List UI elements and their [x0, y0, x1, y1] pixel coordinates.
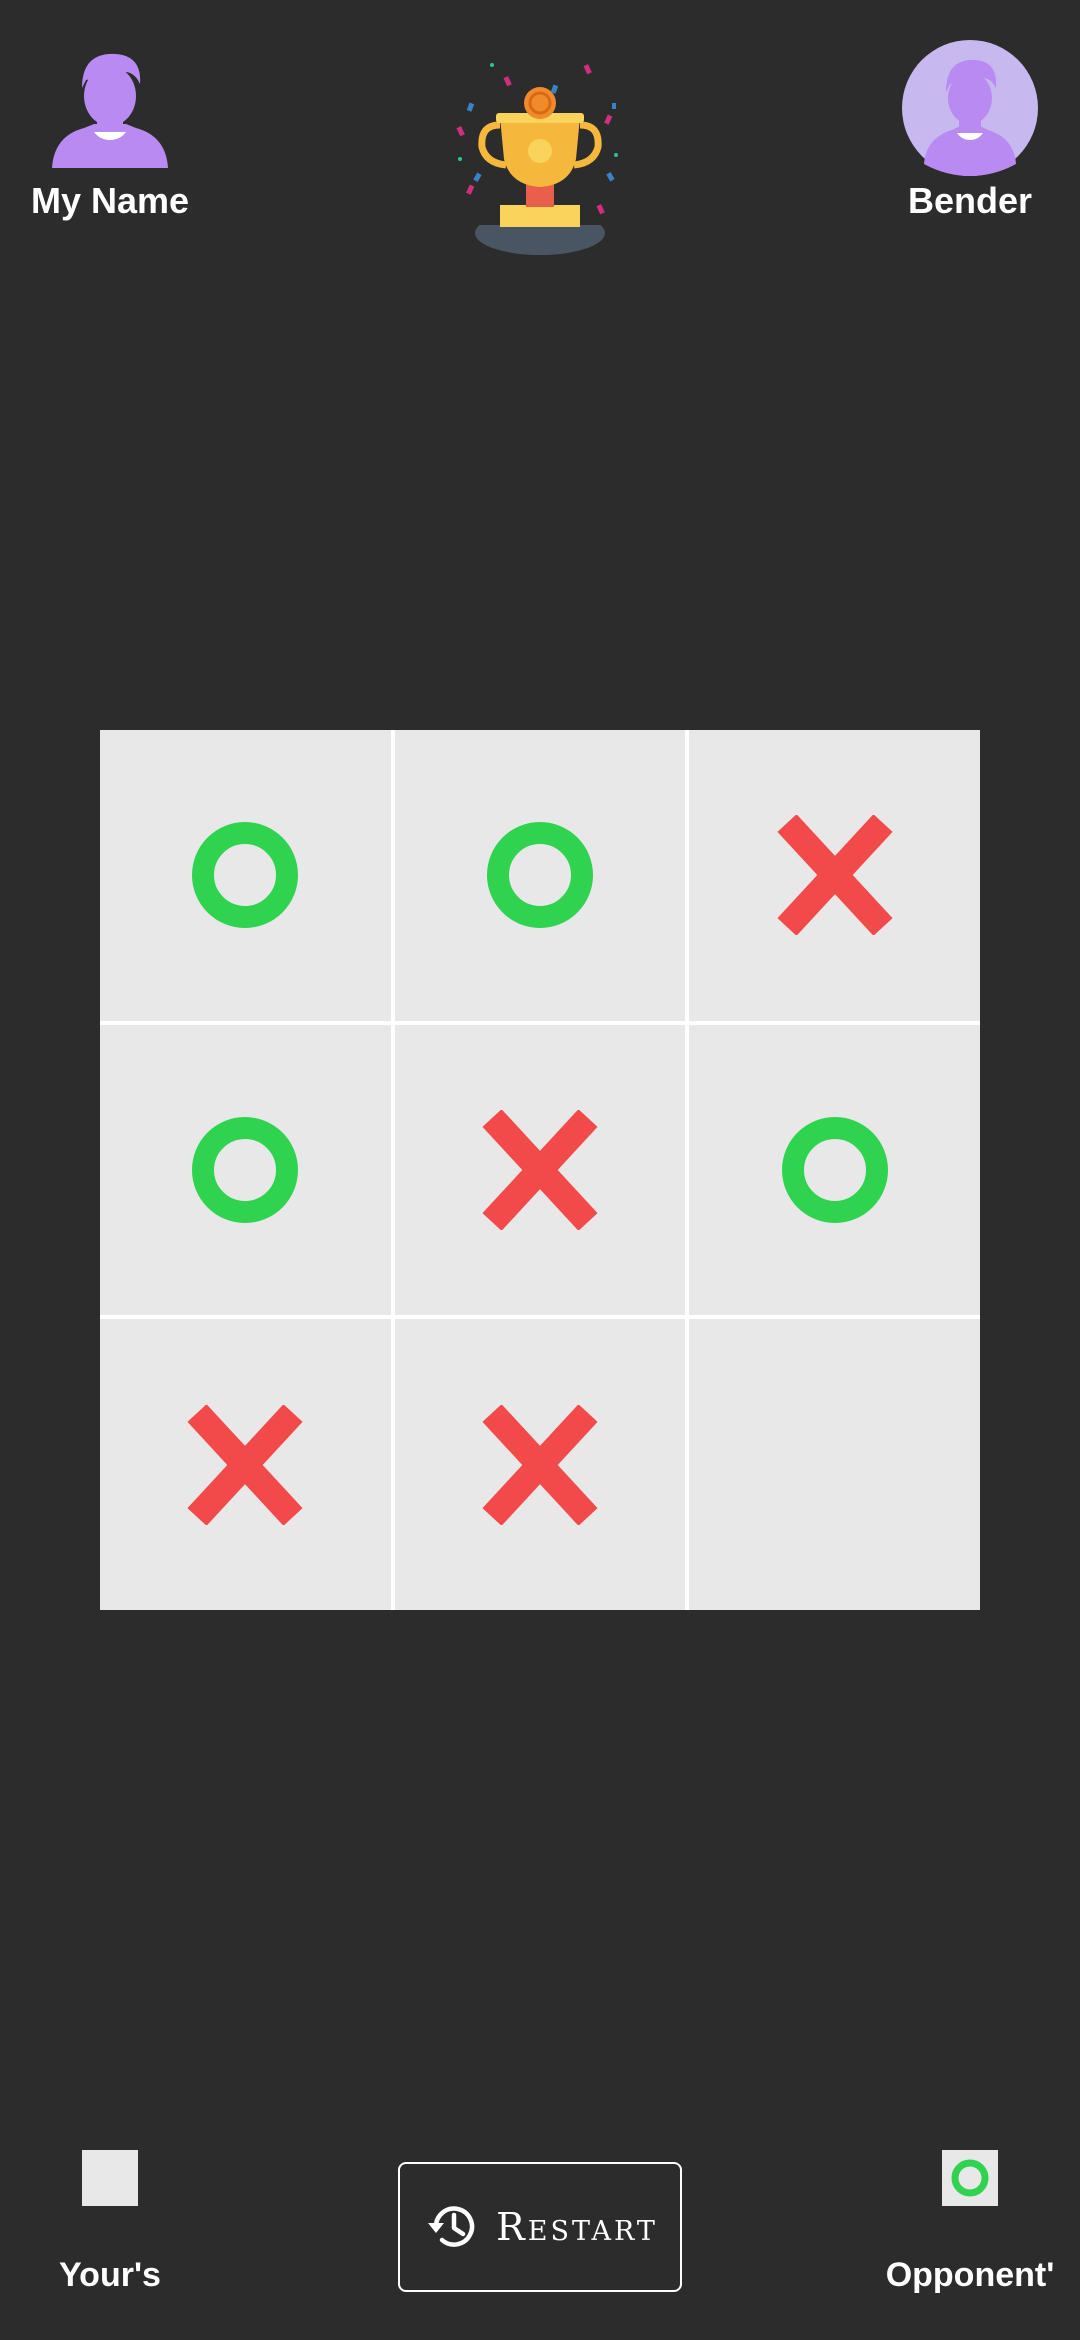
your-marker-label: Your's	[59, 2256, 161, 2294]
board-cell-9[interactable]	[689, 1319, 980, 1610]
user-avatar-icon	[902, 40, 1038, 176]
trophy-icon	[456, 63, 618, 255]
circle-mark-icon	[486, 822, 593, 929]
board-cell-3[interactable]	[689, 730, 980, 1021]
restart-label: Restart	[496, 2205, 658, 2249]
game-board	[100, 730, 980, 1610]
cross-mark-icon	[482, 1404, 598, 1525]
circle-mark-icon	[951, 2159, 989, 2197]
player-right-name: Bender	[907, 180, 1033, 221]
circle-mark-icon	[192, 1116, 299, 1223]
board-cell-1[interactable]	[100, 730, 391, 1021]
board-cell-7[interactable]	[100, 1319, 391, 1610]
your-marker-legend: Your's	[0, 2150, 220, 2295]
cross-mark-icon	[777, 815, 893, 936]
circle-mark-icon	[781, 1116, 888, 1223]
your-marker-swatch	[82, 2150, 138, 2206]
opponent-marker-legend: Opponent'	[860, 2150, 1080, 2295]
player-right: Bender	[850, 40, 1080, 222]
board-cell-5[interactable]	[394, 1024, 686, 1316]
board-cell-4[interactable]	[100, 1024, 391, 1316]
user-avatar-icon	[52, 53, 168, 168]
board-cell-2[interactable]	[394, 730, 686, 1021]
opponent-marker-label: Opponent'	[885, 2256, 1055, 2294]
restart-button[interactable]: Restart	[398, 2162, 682, 2292]
board-cell-8[interactable]	[394, 1319, 686, 1610]
opponent-marker-swatch	[942, 2150, 998, 2206]
player-left: My Name	[0, 40, 230, 222]
cross-mark-icon	[482, 1109, 598, 1230]
game-screen: My Name Bender Your's Restart Opponent'	[0, 0, 1080, 2340]
history-icon	[428, 2206, 475, 2247]
player-left-name: My Name	[30, 180, 190, 221]
cross-mark-icon	[187, 1404, 303, 1525]
circle-mark-icon	[192, 822, 299, 929]
board-cell-6[interactable]	[689, 1024, 980, 1316]
